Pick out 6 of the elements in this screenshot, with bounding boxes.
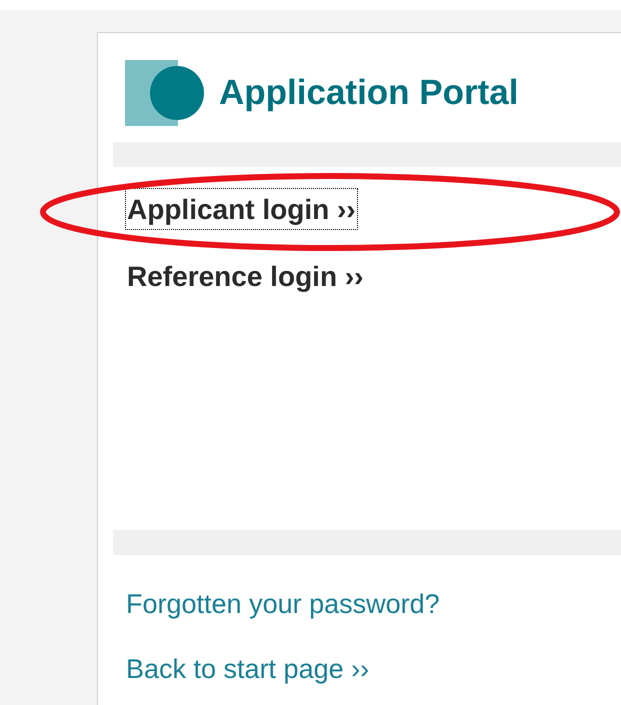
- login-link[interactable]: Applicant login ››: [125, 188, 358, 230]
- footer-link[interactable]: Forgotten your password?: [125, 586, 441, 622]
- logo-icon: [125, 60, 207, 126]
- login-link[interactable]: Reference login ››: [125, 255, 366, 297]
- portal-title: Application Portal: [219, 73, 518, 113]
- footer-link[interactable]: Back to start page ››: [125, 651, 370, 687]
